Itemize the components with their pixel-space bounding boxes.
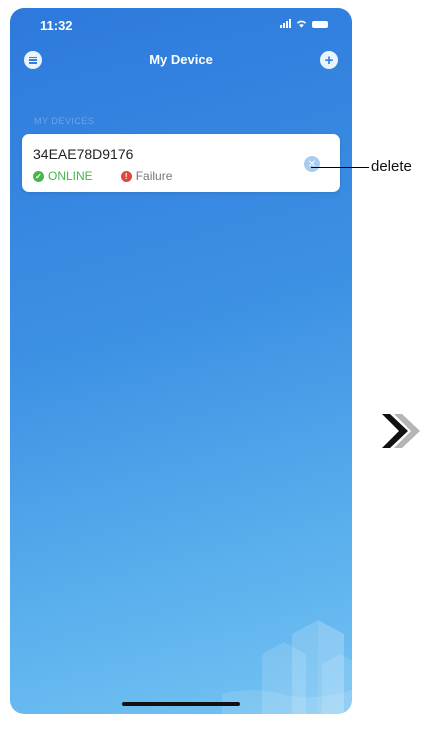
phone-screen: 11:32 My Device + MY DEVICES 34EAE78D917…	[10, 8, 352, 714]
check-circle-icon: ✓	[33, 170, 44, 182]
plus-icon: +	[324, 51, 334, 69]
wifi-icon	[296, 20, 307, 28]
callout-line	[311, 167, 369, 168]
add-device-button[interactable]: +	[320, 51, 338, 69]
next-arrow-icon	[382, 414, 420, 448]
failure-status: Failure	[135, 169, 173, 183]
device-status-row: ✓ ONLINE ! Failure	[33, 169, 172, 183]
alert-circle-icon: !	[120, 170, 132, 182]
home-indicator	[122, 702, 240, 706]
battery-icon	[312, 21, 328, 28]
delete-device-button[interactable]: ✕	[304, 156, 320, 172]
city-decoration	[222, 620, 352, 714]
device-id: 34EAE78D9176	[33, 146, 134, 162]
device-card[interactable]: 34EAE78D9176 ✓ ONLINE ! Failure ✕	[22, 134, 340, 192]
status-time: 11:32	[40, 18, 73, 33]
delete-callout: delete	[371, 158, 412, 175]
nav-bar: My Device +	[10, 48, 352, 74]
online-status: ONLINE	[48, 169, 93, 183]
page-title: My Device	[149, 52, 213, 67]
system-icons	[280, 19, 328, 28]
device-group-label: MY DEVICES	[34, 116, 95, 126]
status-bar: 11:32	[10, 8, 352, 38]
signal-icon	[280, 19, 291, 28]
